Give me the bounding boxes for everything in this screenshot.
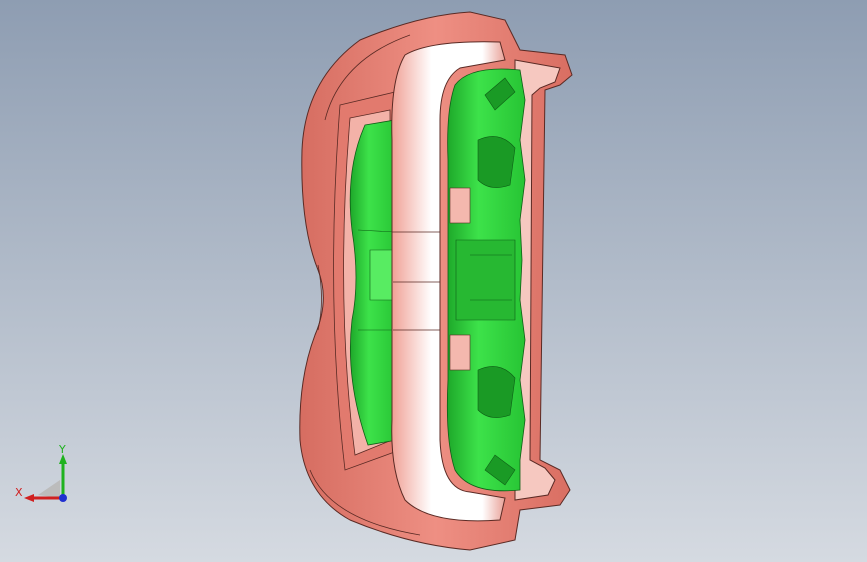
triad-plane — [38, 480, 60, 498]
right-insert-part[interactable] — [446, 68, 526, 492]
3d-viewport[interactable]: Y X — [0, 0, 867, 562]
model-canvas[interactable] — [0, 0, 867, 562]
left-insert-part[interactable] — [349, 119, 398, 446]
x-axis-label: X — [15, 486, 23, 499]
z-axis-dot — [59, 494, 67, 502]
axis-triad: Y X — [15, 443, 67, 502]
y-axis-label: Y — [58, 443, 66, 456]
